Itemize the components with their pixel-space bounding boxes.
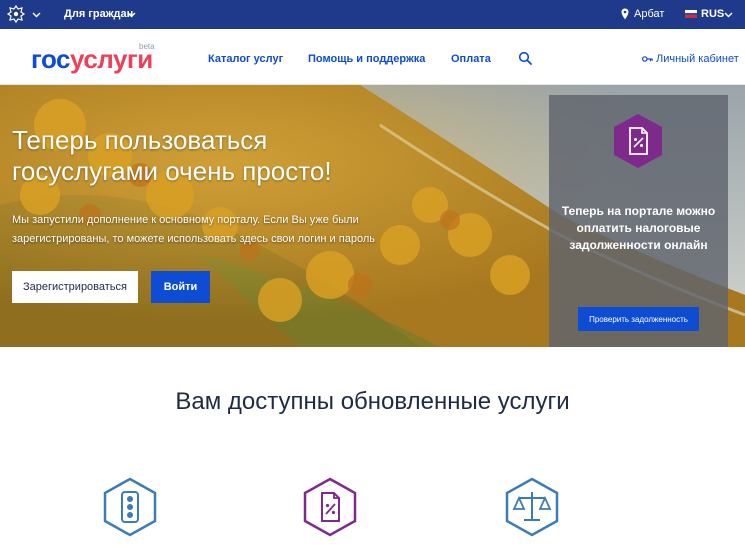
services-heading: Вам доступны обновленные услуги [175, 388, 570, 415]
traffic-light-icon[interactable] [101, 476, 159, 538]
search-icon[interactable] [518, 51, 532, 65]
register-button[interactable]: Зарегистрироваться [12, 271, 138, 303]
check-debt-button[interactable]: Проверить задолженность [578, 307, 699, 331]
hero-banner: Теперь пользоваться госуслугами очень пр… [0, 85, 745, 347]
login-button[interactable]: Войти [151, 271, 210, 303]
language-selector[interactable]: RUS [701, 8, 724, 20]
personal-cabinet-link[interactable]: Личный кабинет [656, 53, 739, 65]
hero-title: Теперь пользоваться госуслугами очень пр… [12, 125, 332, 186]
logo-part-gos: гос [31, 44, 71, 74]
nav-catalog[interactable]: Каталог услуг [208, 53, 283, 65]
promo-text: Теперь на портале можно оплатить налогов… [561, 204, 716, 252]
key-icon [642, 56, 653, 62]
nav-help[interactable]: Помощь и поддержка [308, 53, 425, 65]
tax-document-icon [614, 114, 662, 168]
tax-promo-card: Теперь на портале можно оплатить налогов… [549, 95, 728, 347]
tax-document-icon[interactable] [301, 476, 359, 538]
chevron-down-icon[interactable] [724, 10, 733, 19]
hero-subtitle: Мы запустили дополнение к основному порт… [12, 214, 375, 245]
nav-payment[interactable]: Оплата [451, 53, 491, 65]
location-selector[interactable]: Арбат [634, 8, 664, 20]
scales-icon[interactable] [503, 476, 561, 538]
chevron-down-icon[interactable] [127, 10, 136, 19]
main-header: госуслуги beta Каталог услуг Помощь и по… [0, 29, 745, 85]
beta-badge: beta [139, 42, 155, 51]
audience-selector[interactable]: Для граждан [64, 8, 133, 20]
chevron-down-icon[interactable] [32, 10, 41, 19]
flag-ru-icon [685, 10, 697, 18]
coat-of-arms-icon[interactable] [6, 4, 26, 24]
map-pin-icon [621, 8, 629, 20]
top-bar: Для граждан Арбат RUS [0, 0, 745, 29]
gosuslugi-logo[interactable]: госуслуги [31, 44, 153, 75]
